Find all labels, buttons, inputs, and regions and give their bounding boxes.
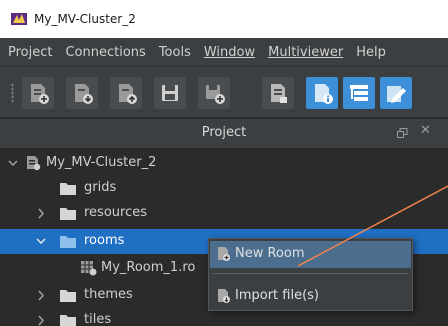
app-logo-icon bbox=[11, 13, 27, 25]
context-menu: New Room Import file(s) bbox=[208, 238, 413, 311]
toolbar bbox=[0, 66, 448, 118]
download-project-button[interactable] bbox=[66, 77, 98, 109]
upload-project-button[interactable] bbox=[110, 77, 142, 109]
project-panel-header: Project ✕ bbox=[0, 118, 448, 148]
tree-item-grids[interactable]: grids bbox=[0, 176, 448, 201]
panel-title: Project bbox=[201, 125, 247, 140]
chevron-right-icon[interactable] bbox=[34, 283, 48, 308]
tree-item-label: grids bbox=[84, 180, 117, 195]
open-folder-icon bbox=[60, 236, 76, 248]
toolbar-grip-handle[interactable] bbox=[11, 83, 14, 103]
chevron-right-icon[interactable] bbox=[34, 201, 48, 226]
import-files-menu-item[interactable]: Import file(s) bbox=[210, 283, 411, 310]
new-document-icon bbox=[218, 247, 230, 261]
download-icon bbox=[75, 84, 93, 104]
save-as-button[interactable] bbox=[198, 77, 230, 109]
document-info-icon bbox=[315, 84, 333, 104]
tree-view-button[interactable] bbox=[343, 77, 375, 109]
menu-tools[interactable]: Tools bbox=[159, 45, 191, 60]
menu-bar: Project Connections Tools Window Multivi… bbox=[0, 38, 448, 66]
menu-multiviewer[interactable]: Multiviewer bbox=[268, 45, 343, 60]
tree-item-label: themes bbox=[84, 287, 133, 302]
chevron-right-icon[interactable] bbox=[34, 308, 48, 326]
menu-connections[interactable]: Connections bbox=[65, 45, 145, 60]
save-icon bbox=[162, 85, 178, 101]
tree-item-label: tiles bbox=[84, 312, 112, 326]
tree-item-label: resources bbox=[84, 205, 148, 220]
hierarchy-icon bbox=[350, 85, 368, 101]
project-properties-button[interactable] bbox=[262, 77, 294, 109]
menu-project[interactable]: Project bbox=[8, 45, 52, 60]
menu-item-label: New Room bbox=[235, 246, 305, 261]
pencil-icon bbox=[387, 86, 406, 103]
save-as-icon bbox=[206, 85, 225, 104]
save-button[interactable] bbox=[154, 77, 186, 109]
folder-icon bbox=[60, 290, 76, 302]
folder-icon bbox=[60, 315, 76, 326]
tree-item-label: rooms bbox=[84, 233, 125, 248]
tree-item-resources[interactable]: resources bbox=[0, 201, 448, 226]
chevron-down-icon[interactable] bbox=[6, 151, 20, 176]
info-button[interactable] bbox=[306, 77, 338, 109]
room-grid-icon bbox=[81, 261, 97, 276]
tree-item-label: My_Room_1.ro bbox=[101, 260, 196, 275]
new-project-button[interactable] bbox=[22, 77, 54, 109]
menu-help[interactable]: Help bbox=[356, 45, 386, 60]
cluster-document-icon bbox=[27, 156, 41, 171]
import-document-icon bbox=[218, 289, 230, 303]
new-project-icon bbox=[31, 84, 49, 104]
tree-root-row[interactable]: My_MV-Cluster_2 bbox=[0, 151, 448, 176]
folder-icon bbox=[60, 208, 76, 220]
folder-icon bbox=[60, 183, 76, 195]
edit-button[interactable] bbox=[380, 77, 412, 109]
title-bar: My_MV-Cluster_2 bbox=[0, 0, 448, 38]
properties-icon bbox=[271, 84, 287, 103]
tree-root-label: My_MV-Cluster_2 bbox=[46, 155, 157, 170]
new-room-menu-item[interactable]: New Room bbox=[210, 241, 411, 268]
menu-item-label: Import file(s) bbox=[235, 288, 319, 303]
chevron-down-icon[interactable] bbox=[34, 229, 48, 254]
upload-icon bbox=[119, 84, 137, 104]
window-title: My_MV-Cluster_2 bbox=[34, 12, 136, 26]
menu-window[interactable]: Window bbox=[204, 45, 255, 60]
float-panel-icon[interactable] bbox=[397, 128, 408, 138]
menu-separator bbox=[213, 273, 408, 274]
close-panel-icon[interactable]: ✕ bbox=[420, 123, 431, 138]
